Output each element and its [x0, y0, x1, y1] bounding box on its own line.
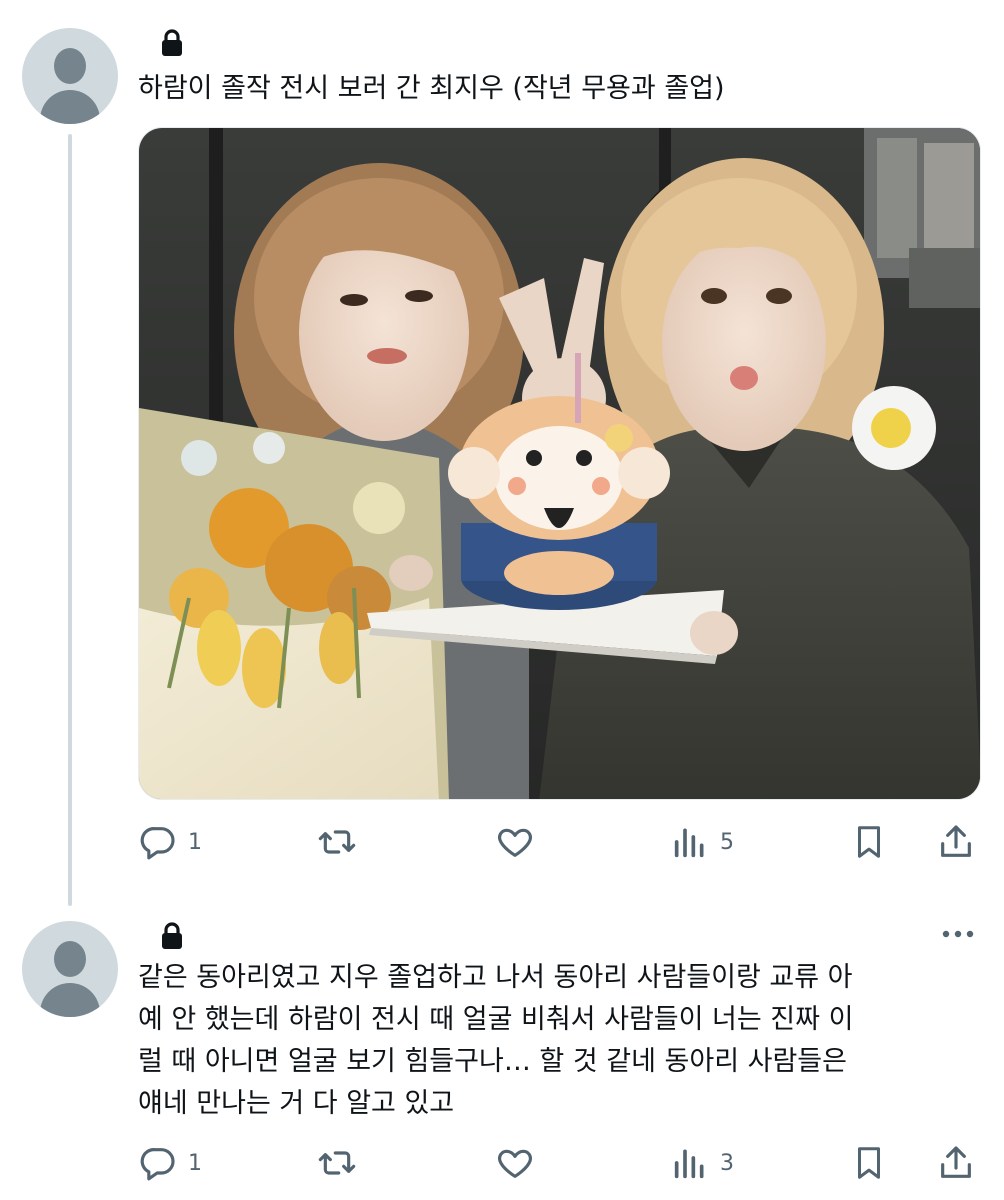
tweet-action-bar: 1 3	[138, 1138, 981, 1188]
thread: 하람이 졸작 전시 보러 간 최지우 (작년 무용과 졸업) 1 5 같은 동아…	[0, 0, 1004, 1200]
views-button[interactable]: 5	[670, 817, 734, 867]
avatar-head	[54, 48, 86, 84]
default-avatar-icon[interactable]	[22, 28, 118, 124]
share-button[interactable]	[936, 817, 976, 867]
lock-icon	[162, 29, 182, 56]
share-icon	[941, 825, 971, 857]
reply-count: 1	[188, 829, 202, 855]
retweet-button[interactable]	[316, 1138, 358, 1188]
bookmark-icon	[857, 1147, 881, 1179]
retweet-button[interactable]	[316, 817, 358, 867]
bookmark-button[interactable]	[850, 817, 888, 867]
heart-icon	[498, 828, 532, 857]
avatar-body	[40, 983, 100, 1017]
tweet-text: 같은 동아리였고 지우 졸업하고 나서 동아리 사람들이랑 교류 아 예 안 했…	[138, 962, 854, 1119]
bookmark-icon	[857, 826, 881, 858]
thread-connector-line	[68, 134, 72, 906]
photo-image	[139, 128, 980, 799]
avatar-body	[40, 90, 100, 124]
default-avatar-icon[interactable]	[22, 921, 118, 1017]
views-icon	[674, 1149, 704, 1179]
retweet-icon	[318, 830, 356, 854]
retweet-icon	[318, 1151, 356, 1175]
reply-button[interactable]: 1	[138, 817, 202, 867]
more-dots-icon[interactable]	[938, 922, 978, 946]
tweet-action-bar: 1 5	[138, 817, 981, 867]
tweet-text: 하람이 졸작 전시 보러 간 최지우 (작년 무용과 졸업)	[138, 73, 725, 104]
share-button[interactable]	[936, 1138, 976, 1188]
like-button[interactable]	[494, 817, 536, 867]
reply-count: 1	[188, 1150, 202, 1176]
reply-icon	[140, 1148, 175, 1181]
tweet-photo[interactable]	[138, 127, 981, 800]
avatar-head	[54, 941, 86, 977]
reply-icon	[140, 827, 175, 860]
reply-button[interactable]: 1	[138, 1138, 202, 1188]
share-icon	[941, 1146, 971, 1178]
views-icon	[674, 828, 704, 858]
views-button[interactable]: 3	[670, 1138, 734, 1188]
heart-icon	[498, 1149, 532, 1178]
lock-icon	[162, 922, 182, 949]
views-count: 3	[720, 1150, 734, 1176]
bookmark-button[interactable]	[850, 1138, 888, 1188]
views-count: 5	[720, 829, 734, 855]
like-button[interactable]	[494, 1138, 536, 1188]
